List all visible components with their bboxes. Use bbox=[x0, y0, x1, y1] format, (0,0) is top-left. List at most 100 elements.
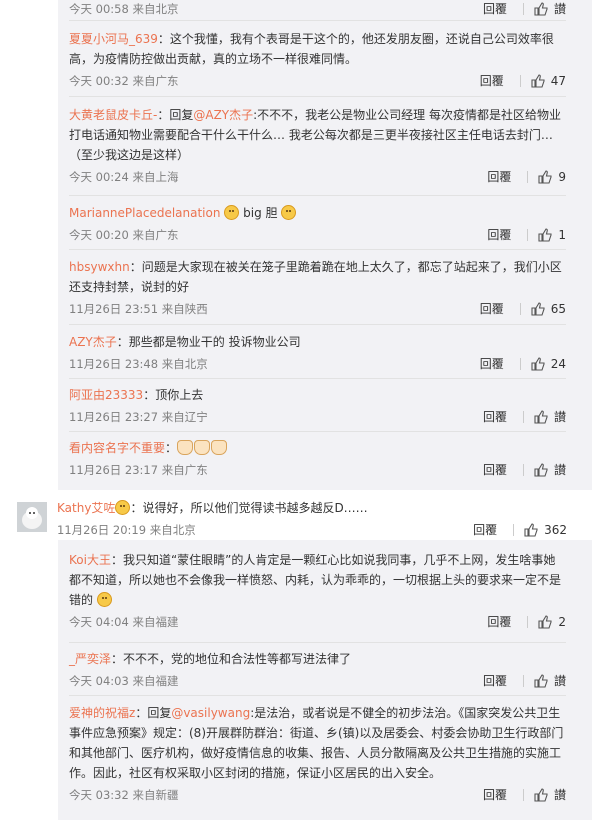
like-count: 讃 bbox=[553, 463, 566, 477]
action-separator bbox=[522, 675, 524, 687]
commenter-name[interactable]: 阿亚由23333 bbox=[69, 388, 143, 402]
commenter-name[interactable]: Koi大王 bbox=[69, 553, 111, 567]
reply-button[interactable]: 回覆 bbox=[487, 612, 511, 632]
comment-meta: 11月26日 23:27 来自辽宁 回覆 讃 bbox=[69, 407, 566, 427]
reply-button[interactable]: 回覆 bbox=[473, 520, 497, 540]
comment-text: ：回复 bbox=[135, 706, 172, 720]
reply-button[interactable]: 回覆 bbox=[480, 71, 504, 91]
comment-text: ：说得好，所以他们觉得读书越多越反D…… bbox=[130, 501, 368, 515]
action-separator bbox=[522, 411, 524, 423]
reply-button[interactable]: 回覆 bbox=[487, 225, 511, 245]
comment-meta: 今天 00:24 来自上海 回覆 9 bbox=[69, 167, 566, 187]
reply-button[interactable]: 回覆 bbox=[483, 0, 507, 19]
thumbs-up-icon bbox=[534, 2, 548, 16]
like-button[interactable]: 47 bbox=[531, 71, 566, 91]
like-button[interactable]: 讃 bbox=[534, 460, 566, 480]
comment-text: ：我只知道“蒙住眼睛”的人肯定是一颗红心比如说我同事，几乎不上网，发生啥事她都不… bbox=[69, 553, 562, 607]
comment-actions: 回覆 362 bbox=[473, 520, 567, 540]
comment-text: ：不不不，党的地位和合法性等都写进法律了 bbox=[111, 652, 352, 666]
like-button[interactable]: 9 bbox=[538, 167, 566, 187]
like-count: 47 bbox=[550, 74, 566, 88]
mention-link[interactable]: @vasilywang bbox=[171, 706, 250, 720]
like-count: 1 bbox=[558, 228, 566, 242]
like-count: 65 bbox=[550, 302, 566, 316]
like-button[interactable]: 讃 bbox=[534, 785, 566, 805]
commenter-name[interactable]: MariannePlacedelanation bbox=[69, 206, 220, 220]
like-button[interactable]: 362 bbox=[524, 520, 567, 540]
like-button[interactable]: 讃 bbox=[534, 671, 566, 691]
thumbs-up-icon bbox=[534, 410, 548, 424]
comment-actions: 回覆 65 bbox=[480, 299, 566, 319]
comment-time: 11月26日 20:19 来自北京 bbox=[57, 523, 196, 537]
commenter-name[interactable]: AZY杰子 bbox=[69, 335, 117, 349]
comment-time: 11月26日 23:48 来自北京 bbox=[69, 357, 208, 371]
like-button[interactable]: 讃 bbox=[534, 0, 566, 19]
comment-item: 爱神的祝福z：回复@vasilywang:是法治，或者说是不健全的初步法治。《国… bbox=[69, 703, 566, 805]
action-separator bbox=[519, 75, 521, 87]
commenter-name[interactable]: 夏夏小河马_639 bbox=[69, 32, 158, 46]
comment-time: 今天 00:24 来自上海 bbox=[69, 170, 179, 184]
comment-text: big 胆 bbox=[243, 206, 278, 220]
comment-meta: 11月26日 20:19 来自北京 回覆 362 bbox=[57, 520, 577, 540]
commenter-name[interactable]: _严奕泽 bbox=[69, 652, 111, 666]
like-button[interactable]: 65 bbox=[531, 299, 566, 319]
reply-button[interactable]: 回覆 bbox=[480, 354, 504, 374]
comment-meta: 今天 04:04 来自福建 回覆 2 bbox=[69, 612, 566, 632]
like-button[interactable]: 24 bbox=[531, 354, 566, 374]
emoji-icon bbox=[281, 205, 297, 220]
comment-actions: 回覆 讃 bbox=[483, 785, 566, 805]
commenter-name[interactable]: 爱神的祝福z bbox=[69, 706, 135, 720]
comment-meta: 今天 04:03 来自福建 回覆 讃 bbox=[69, 671, 566, 691]
thumbs-up-icon bbox=[534, 788, 548, 802]
reply-button[interactable]: 回覆 bbox=[480, 299, 504, 319]
comment-item: 阿亚由23333：顶你上去 11月26日 23:27 来自辽宁 回覆 讃 bbox=[69, 385, 566, 427]
comment-time: 今天 04:03 来自福建 bbox=[69, 674, 179, 688]
avatar[interactable] bbox=[17, 502, 47, 532]
thumbs-up-icon bbox=[538, 170, 552, 184]
reply-button[interactable]: 回覆 bbox=[483, 671, 507, 691]
comment-divider bbox=[69, 695, 566, 696]
commenter-name[interactable]: hbsywxhn bbox=[69, 260, 130, 274]
like-button[interactable]: 1 bbox=[538, 225, 566, 245]
thumbs-up-icon bbox=[534, 463, 548, 477]
comment-divider bbox=[69, 249, 566, 250]
like-count: 讃 bbox=[553, 674, 566, 688]
comment-time: 11月26日 23:27 来自辽宁 bbox=[69, 410, 208, 424]
reply-button[interactable]: 回覆 bbox=[483, 407, 507, 427]
comment-text: ：回复 bbox=[157, 108, 194, 122]
thumbs-up-icon bbox=[531, 302, 545, 316]
cat-emoji-icon bbox=[211, 440, 228, 455]
comment-divider bbox=[69, 378, 566, 379]
thumbs-up-icon bbox=[534, 674, 548, 688]
commenter-name[interactable]: 大黄老鼠皮卡丘- bbox=[69, 108, 157, 122]
reply-button[interactable]: 回覆 bbox=[487, 167, 511, 187]
comment-item: 夏夏小河马_639：这个我懂，我有个表哥是干这个的，他还发朋友圈，还说自己公司效… bbox=[69, 29, 566, 91]
comment-time: 11月26日 23:51 来自陕西 bbox=[69, 302, 208, 316]
comment-divider bbox=[69, 431, 566, 432]
comment-divider bbox=[69, 642, 566, 643]
avatar-image bbox=[17, 502, 47, 532]
mention-link[interactable]: @AZY杰子 bbox=[193, 108, 253, 122]
comment-actions: 回覆 讃 bbox=[483, 671, 566, 691]
comment-meta: 11月26日 23:17 来自广东 回覆 讃 bbox=[69, 460, 566, 480]
like-count: 9 bbox=[558, 170, 566, 184]
like-button[interactable]: 讃 bbox=[534, 407, 566, 427]
action-separator bbox=[527, 229, 529, 241]
like-count: 讃 bbox=[553, 410, 566, 424]
reply-button[interactable]: 回覆 bbox=[483, 460, 507, 480]
emoji-icon bbox=[224, 205, 240, 220]
like-button[interactable]: 2 bbox=[538, 612, 566, 632]
comment-actions: 回覆 讃 bbox=[483, 460, 566, 480]
cat-emoji-icon bbox=[177, 440, 194, 455]
action-separator bbox=[522, 3, 524, 15]
thumbs-up-icon bbox=[531, 357, 545, 371]
commenter-name[interactable]: Kathy艾咗 bbox=[57, 501, 115, 515]
commenter-name[interactable]: 看内容名字不重要 bbox=[69, 441, 165, 455]
comment-text: ：顶你上去 bbox=[143, 388, 204, 402]
comment-item: Koi大王：我只知道“蒙住眼睛”的人肯定是一颗红心比如说我同事，几乎不上网，发生… bbox=[69, 550, 566, 632]
comment-actions: 回覆 24 bbox=[480, 354, 566, 374]
action-separator bbox=[519, 303, 521, 315]
reply-button[interactable]: 回覆 bbox=[483, 785, 507, 805]
comment-actions: 回覆 1 bbox=[487, 225, 566, 245]
like-count: 2 bbox=[558, 615, 566, 629]
